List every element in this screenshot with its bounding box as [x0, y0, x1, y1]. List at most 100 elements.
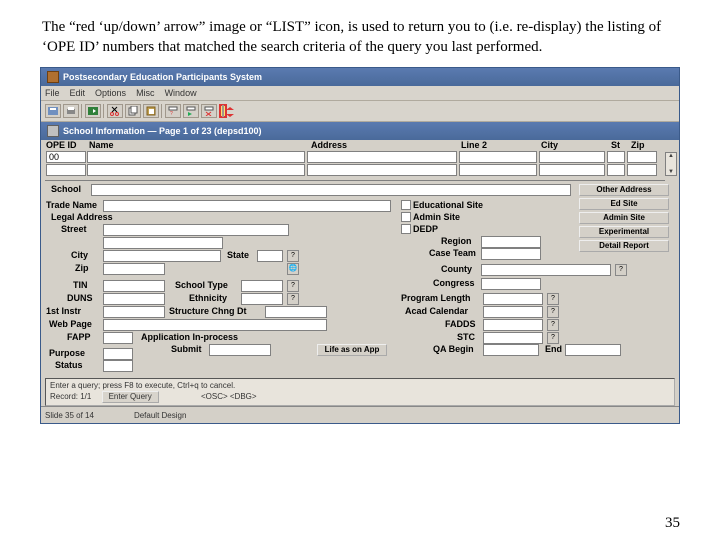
label-stc: STC: [457, 332, 475, 342]
stc-help-icon[interactable]: ?: [547, 332, 559, 344]
city2-field[interactable]: [103, 250, 221, 262]
region-field[interactable]: [481, 236, 541, 248]
opeid-field[interactable]: 00: [46, 151, 86, 163]
state-help-icon[interactable]: ?: [287, 250, 299, 262]
edu-site-checkbox[interactable]: [401, 200, 411, 210]
caseteam-field[interactable]: [481, 248, 541, 260]
zip2-field[interactable]: [103, 263, 165, 275]
address-field-2[interactable]: [307, 164, 457, 176]
header-name: Name: [89, 140, 114, 150]
life-as-on-app-button[interactable]: Life as on App: [317, 344, 387, 356]
line2-field[interactable]: [459, 151, 537, 163]
label-edusite: Educational Site: [413, 200, 483, 210]
county-help-icon[interactable]: ?: [615, 264, 627, 276]
ethnicity-help-icon[interactable]: ?: [287, 293, 299, 305]
detail-report-button[interactable]: Detail Report: [579, 240, 669, 252]
state-field[interactable]: [257, 250, 283, 262]
school-field[interactable]: [91, 184, 571, 196]
street2-field[interactable]: [103, 237, 223, 249]
query-hint: Enter a query; press F8 to execute, Ctrl…: [50, 381, 670, 391]
menu-file[interactable]: File: [45, 88, 60, 98]
header-city: City: [541, 140, 558, 150]
label-firstinstr: 1st Instr: [46, 306, 81, 316]
label-status: Status: [55, 360, 83, 370]
ethnicity-field[interactable]: [241, 293, 283, 305]
acadcal-field[interactable]: [483, 306, 543, 318]
firstinstr-field[interactable]: [103, 306, 165, 318]
toolbar-query-icon[interactable]: ?: [165, 104, 181, 118]
programlength-help-icon[interactable]: ?: [547, 293, 559, 305]
page-number: 35: [665, 515, 680, 532]
label-programlength: Program Length: [401, 293, 471, 303]
label-school: School: [51, 184, 81, 194]
label-appinprocess: Application In-process: [141, 332, 238, 342]
line2-field-2[interactable]: [459, 164, 537, 176]
app-icon: [47, 71, 59, 83]
toolbar-cancel-icon[interactable]: [201, 104, 217, 118]
menu-edit[interactable]: Edit: [70, 88, 86, 98]
st-field[interactable]: [607, 151, 625, 163]
congress-field[interactable]: [481, 278, 541, 290]
opeid-field-2[interactable]: [46, 164, 86, 176]
query-tags: <OSC> <DBG>: [201, 392, 257, 401]
label-dedp: DEDP: [413, 224, 438, 234]
admin-site-checkbox[interactable]: [401, 212, 411, 222]
name-field-2[interactable]: [87, 164, 305, 176]
label-caseteam: Case Team: [429, 248, 476, 258]
other-address-button[interactable]: Other Address: [579, 184, 669, 196]
label-zip: Zip: [75, 263, 89, 273]
tradename-field[interactable]: [103, 200, 391, 212]
app-window: Postsecondary Education Participants Sys…: [40, 67, 680, 424]
list-icon[interactable]: [222, 105, 224, 117]
zip-field[interactable]: [627, 151, 657, 163]
toolbar-print-icon[interactable]: [63, 104, 79, 118]
qabegin-field[interactable]: [483, 344, 539, 356]
end-field[interactable]: [565, 344, 621, 356]
submit-field[interactable]: [209, 344, 271, 356]
label-structchng: Structure Chng Dt: [169, 306, 247, 316]
toolbar-exit-icon[interactable]: [85, 104, 101, 118]
row-scrollbar[interactable]: [665, 152, 677, 176]
duns-field[interactable]: [103, 293, 165, 305]
toolbar-paste-icon[interactable]: [143, 104, 159, 118]
st-field-2[interactable]: [607, 164, 625, 176]
tin-field[interactable]: [103, 280, 165, 292]
city-field[interactable]: [539, 151, 605, 163]
label-ethnicity: Ethnicity: [189, 293, 227, 303]
toolbar-copy-icon[interactable]: [125, 104, 141, 118]
address-field[interactable]: [307, 151, 457, 163]
toolbar-execute-icon[interactable]: [183, 104, 199, 118]
zip-globe-icon[interactable]: 🌐: [287, 263, 299, 275]
label-acadcal: Acad Calendar: [405, 306, 468, 316]
fadds-field[interactable]: [483, 319, 543, 331]
admin-site-button[interactable]: Admin Site: [579, 212, 669, 224]
acadcal-help-icon[interactable]: ?: [547, 306, 559, 318]
county-field[interactable]: [481, 264, 611, 276]
street-field[interactable]: [103, 224, 289, 236]
programlength-field[interactable]: [483, 293, 543, 305]
toolbar-cut-icon[interactable]: [107, 104, 123, 118]
fapp-field[interactable]: [103, 332, 133, 344]
stc-field[interactable]: [483, 332, 543, 344]
dedp-checkbox[interactable]: [401, 224, 411, 234]
experimental-button[interactable]: Experimental: [579, 226, 669, 238]
toolbar-save-icon[interactable]: [45, 104, 61, 118]
city-field-2[interactable]: [539, 164, 605, 176]
menu-window[interactable]: Window: [165, 88, 197, 98]
zip-field-2[interactable]: [627, 164, 657, 176]
schooltype-field[interactable]: [241, 280, 283, 292]
menu-options[interactable]: Options: [95, 88, 126, 98]
structchng-field[interactable]: [265, 306, 327, 318]
toolbar-separator: [81, 104, 83, 118]
fadds-help-icon[interactable]: ?: [547, 319, 559, 331]
schooltype-help-icon[interactable]: ?: [287, 280, 299, 292]
purpose-field[interactable]: [103, 348, 133, 360]
label-region: Region: [441, 236, 472, 246]
webpage-field[interactable]: [103, 319, 327, 331]
ed-site-button[interactable]: Ed Site: [579, 198, 669, 210]
status-field[interactable]: [103, 360, 133, 372]
menu-misc[interactable]: Misc: [136, 88, 155, 98]
header-address: Address: [311, 140, 347, 150]
name-field[interactable]: [87, 151, 305, 163]
enter-query-button[interactable]: Enter Query: [102, 391, 159, 403]
